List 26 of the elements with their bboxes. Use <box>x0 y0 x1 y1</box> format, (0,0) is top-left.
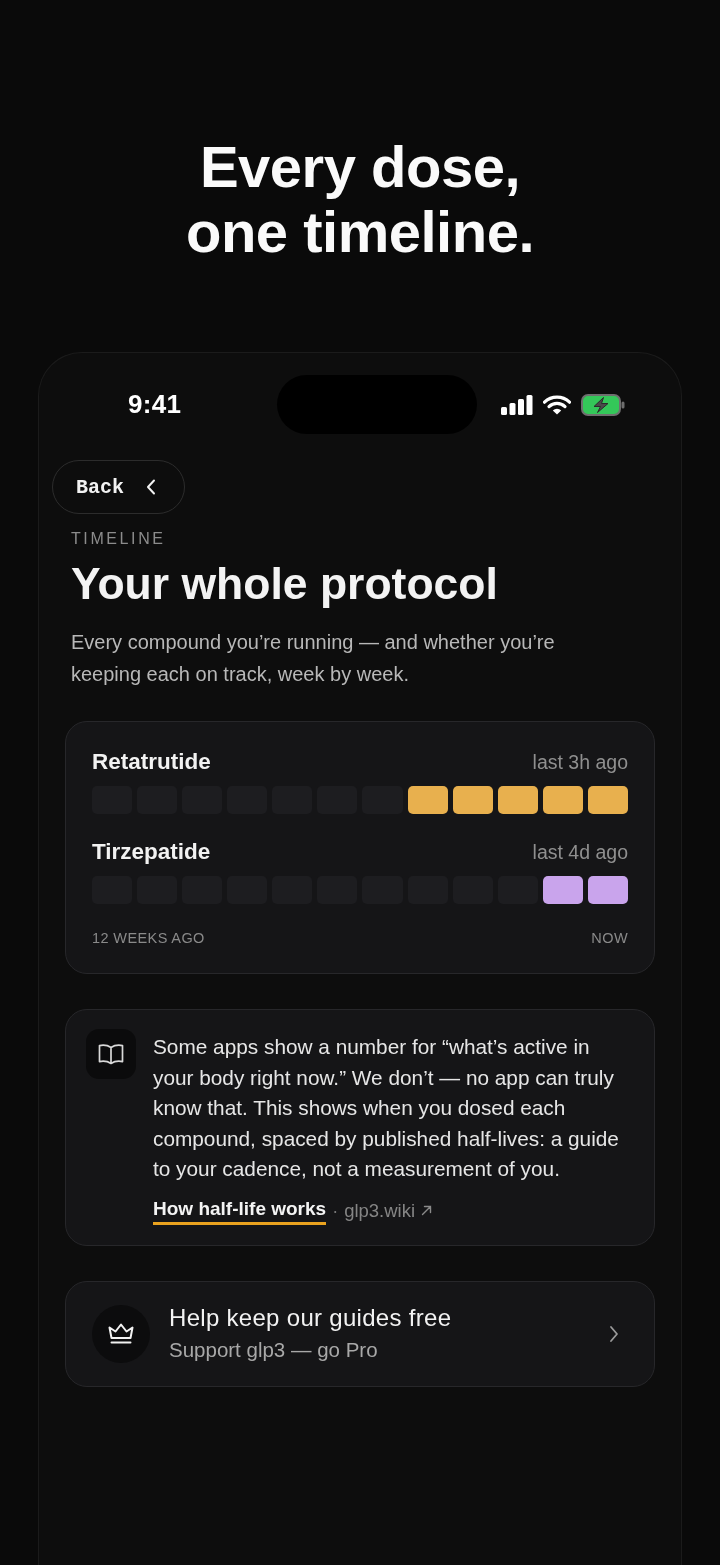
compound-name: Retatrutide <box>92 749 211 775</box>
signal-icon <box>501 394 533 415</box>
status-time: 9:41 <box>128 389 182 419</box>
chevron-left-icon <box>146 479 156 495</box>
battery-charging-icon <box>581 393 625 416</box>
support-title: Help keep our guides free <box>169 1304 453 1332</box>
info-text: Some apps show a number for “what’s active in your body right now.” We don’t — no app can truly know that. This shows when you dosed each compound, spaced by published half-lives: a guide to your cadence, not a measurement of you. <box>153 1034 620 1182</box>
source-label: glp3.wiki <box>344 1198 416 1223</box>
headline: Every dose, one timeline. <box>186 134 534 264</box>
compound-name: Tirzepatide <box>92 839 211 865</box>
section-label: TIMELINE <box>71 529 167 549</box>
separator-dot: · <box>332 1199 339 1223</box>
book-icon <box>86 1029 136 1079</box>
page-title: Your whole protocol <box>71 559 499 609</box>
crown-icon <box>92 1304 150 1363</box>
wifi-icon <box>543 394 571 415</box>
support-banner[interactable]: Help keep our guides free Support glp3 — go Pro <box>65 1280 655 1387</box>
chevron-right-icon <box>609 1324 619 1343</box>
last-dose-label: last 3h ago <box>532 750 628 774</box>
axis-end-label: NOW <box>591 929 628 947</box>
support-subtitle: Support glp3 — go Pro <box>169 1337 379 1363</box>
guide-link[interactable]: How half-life works <box>153 1196 327 1225</box>
page-subtitle: Every compound you’re running — and whether you’re keeping each on track, week by week. <box>71 630 556 687</box>
arrow-up-right-icon <box>421 1205 433 1216</box>
axis-start-label: 12 WEEKS AGO <box>92 929 205 947</box>
last-dose-label: last 4d ago <box>532 840 628 864</box>
